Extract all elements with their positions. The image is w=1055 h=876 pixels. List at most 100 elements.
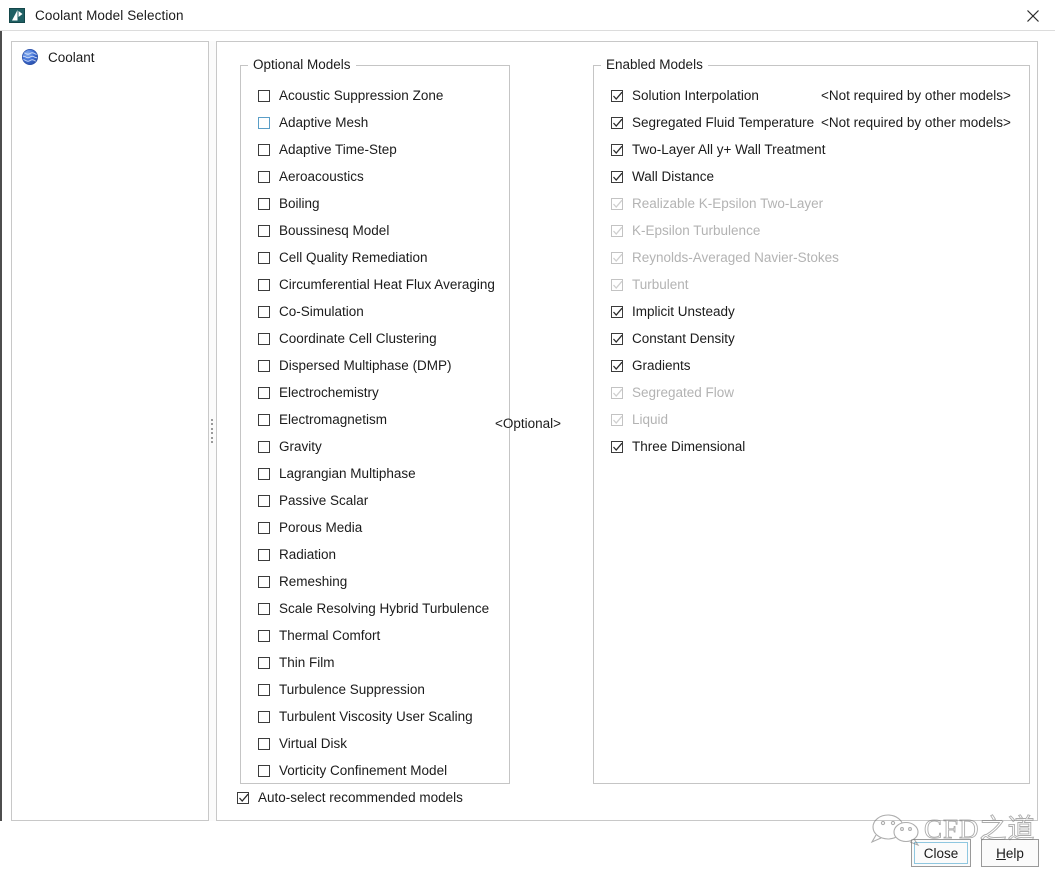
- optional-model-label: Virtual Disk: [279, 735, 348, 751]
- help-button[interactable]: Help: [981, 839, 1039, 867]
- optional-model-label: Co-Simulation: [279, 303, 364, 319]
- checkbox-box: [258, 737, 270, 750]
- splitter-grip-dots: [211, 419, 214, 443]
- close-button[interactable]: Close: [911, 839, 971, 867]
- optional-model-row[interactable]: Porous Media: [241, 514, 509, 541]
- close-icon[interactable]: [1010, 0, 1055, 31]
- enabled-model-row: Segregated Flow: [594, 379, 1029, 406]
- app-icon: [9, 7, 26, 24]
- optional-model-label: Remeshing: [279, 573, 348, 589]
- enabled-model-row[interactable]: Two-Layer All y+ Wall Treatment: [594, 136, 1029, 163]
- optional-model-row[interactable]: Boiling: [241, 190, 509, 217]
- enabled-model-row[interactable]: Constant Density: [594, 325, 1029, 352]
- help-button-label-rest: elp: [1005, 845, 1024, 861]
- enabled-model-row: Realizable K-Epsilon Two-Layer: [594, 190, 1029, 217]
- enabled-model-row[interactable]: Implicit Unsteady: [594, 298, 1029, 325]
- panel-splitter[interactable]: [209, 41, 216, 821]
- optional-model-row[interactable]: Acoustic Suppression Zone: [241, 82, 509, 109]
- optional-model-row[interactable]: Turbulent Viscosity User Scaling: [241, 703, 509, 730]
- optional-model-label: Thermal Comfort: [279, 627, 381, 643]
- close-button-label: Close: [923, 845, 959, 861]
- enabled-model-label: Segregated Fluid Temperature: [632, 114, 815, 130]
- checkbox-box: [258, 467, 270, 480]
- title-bar-left: Coolant Model Selection: [9, 0, 184, 31]
- optional-model-row[interactable]: Passive Scalar: [241, 487, 509, 514]
- sidebar-item-coolant[interactable]: Coolant: [18, 46, 98, 68]
- checkbox-box: [611, 359, 623, 372]
- optional-model-label: Thin Film: [279, 654, 335, 670]
- optional-model-row[interactable]: Remeshing: [241, 568, 509, 595]
- optional-model-row[interactable]: Cell Quality Remediation: [241, 244, 509, 271]
- optional-model-label: Coordinate Cell Clustering: [279, 330, 437, 346]
- optional-model-row[interactable]: Thermal Comfort: [241, 622, 509, 649]
- checkbox-box: [258, 764, 270, 777]
- checkbox-box: [258, 197, 270, 210]
- checkbox-box: [611, 332, 623, 345]
- enabled-model-row[interactable]: Solution Interpolation <Not required by o…: [594, 82, 1029, 109]
- optional-models-list: Acoustic Suppression Zone Adaptive Mesh Ad…: [241, 82, 509, 783]
- optional-model-row[interactable]: Co-Simulation: [241, 298, 509, 325]
- optional-model-label: Passive Scalar: [279, 492, 369, 508]
- checkbox-box: [258, 89, 270, 102]
- optional-model-row[interactable]: Gravity: [241, 433, 509, 460]
- enabled-model-label: Gradients: [632, 357, 691, 373]
- optional-model-row[interactable]: Vorticity Confinement Model: [241, 757, 509, 783]
- checkbox-box: [258, 332, 270, 345]
- optional-model-row[interactable]: Lagrangian Multiphase: [241, 460, 509, 487]
- enabled-model-row: Turbulent: [594, 271, 1029, 298]
- checkbox-box: [611, 89, 623, 102]
- enabled-model-row: Liquid: [594, 406, 1029, 433]
- checkbox-box: [258, 494, 270, 507]
- checkbox-box: [611, 305, 623, 318]
- optional-model-label: Boiling: [279, 195, 320, 211]
- optional-model-label: Gravity: [279, 438, 322, 454]
- enabled-models-title: Enabled Models: [601, 57, 708, 73]
- enabled-model-label: Wall Distance: [632, 168, 715, 184]
- optional-model-row[interactable]: Turbulence Suppression: [241, 676, 509, 703]
- enabled-model-label: Segregated Flow: [632, 384, 735, 400]
- enabled-model-label: Realizable K-Epsilon Two-Layer: [632, 195, 824, 211]
- checkbox-box: [258, 602, 270, 615]
- optional-model-label: Electromagnetism: [279, 411, 388, 427]
- checkbox-box: [611, 116, 623, 129]
- optional-model-row[interactable]: Radiation: [241, 541, 509, 568]
- enabled-model-row[interactable]: Three Dimensional: [594, 433, 1029, 460]
- enabled-model-label: Implicit Unsteady: [632, 303, 735, 319]
- checkbox-box: [258, 575, 270, 588]
- enabled-model-row[interactable]: Segregated Fluid Temperature <Not require…: [594, 109, 1029, 136]
- optional-model-label: Vorticity Confinement Model: [279, 762, 448, 778]
- optional-model-row[interactable]: Coordinate Cell Clustering: [241, 325, 509, 352]
- enabled-model-label: Two-Layer All y+ Wall Treatment: [632, 141, 826, 157]
- optional-model-row[interactable]: Thin Film: [241, 649, 509, 676]
- optional-model-label: Lagrangian Multiphase: [279, 465, 416, 481]
- optional-model-label: Turbulent Viscosity User Scaling: [279, 708, 473, 724]
- enabled-model-row[interactable]: Wall Distance: [594, 163, 1029, 190]
- optional-model-row[interactable]: Boussinesq Model: [241, 217, 509, 244]
- enabled-model-note: <Not required by other models>: [821, 87, 1011, 103]
- optional-model-row[interactable]: Adaptive Mesh: [241, 109, 509, 136]
- enabled-model-label: Turbulent: [632, 276, 689, 292]
- optional-model-row[interactable]: Circumferential Heat Flux Averaging: [241, 271, 509, 298]
- enabled-models-group: Enabled Models Solution Interpolation <No…: [593, 57, 1030, 784]
- checkbox-box: [258, 413, 270, 426]
- optional-model-row[interactable]: Electrochemistry: [241, 379, 509, 406]
- checkbox-box: [258, 170, 270, 183]
- optional-model-row[interactable]: Scale Resolving Hybrid Turbulence: [241, 595, 509, 622]
- optional-model-row[interactable]: Virtual Disk: [241, 730, 509, 757]
- sidebar-item-label: Coolant: [48, 49, 95, 65]
- checkbox-box: [611, 143, 623, 156]
- optional-model-label: Electrochemistry: [279, 384, 379, 400]
- optional-model-row[interactable]: Aeroacoustics: [241, 163, 509, 190]
- enabled-model-row[interactable]: Gradients: [594, 352, 1029, 379]
- enabled-models-list: Solution Interpolation <Not required by o…: [594, 82, 1029, 783]
- optional-model-row[interactable]: Adaptive Time-Step: [241, 136, 509, 163]
- optional-model-label: Radiation: [279, 546, 337, 562]
- optional-model-row[interactable]: Dispersed Multiphase (DMP): [241, 352, 509, 379]
- checkbox-box: [258, 683, 270, 696]
- checkbox-box: [258, 359, 270, 372]
- checkbox-box: [611, 251, 623, 264]
- enabled-model-label: Reynolds-Averaged Navier-Stokes: [632, 249, 839, 265]
- auto-select-recommended-models-checkbox[interactable]: Auto-select recommended models: [237, 790, 463, 806]
- optional-model-row[interactable]: Electromagnetism: [241, 406, 509, 433]
- checkbox-box: [258, 116, 270, 129]
